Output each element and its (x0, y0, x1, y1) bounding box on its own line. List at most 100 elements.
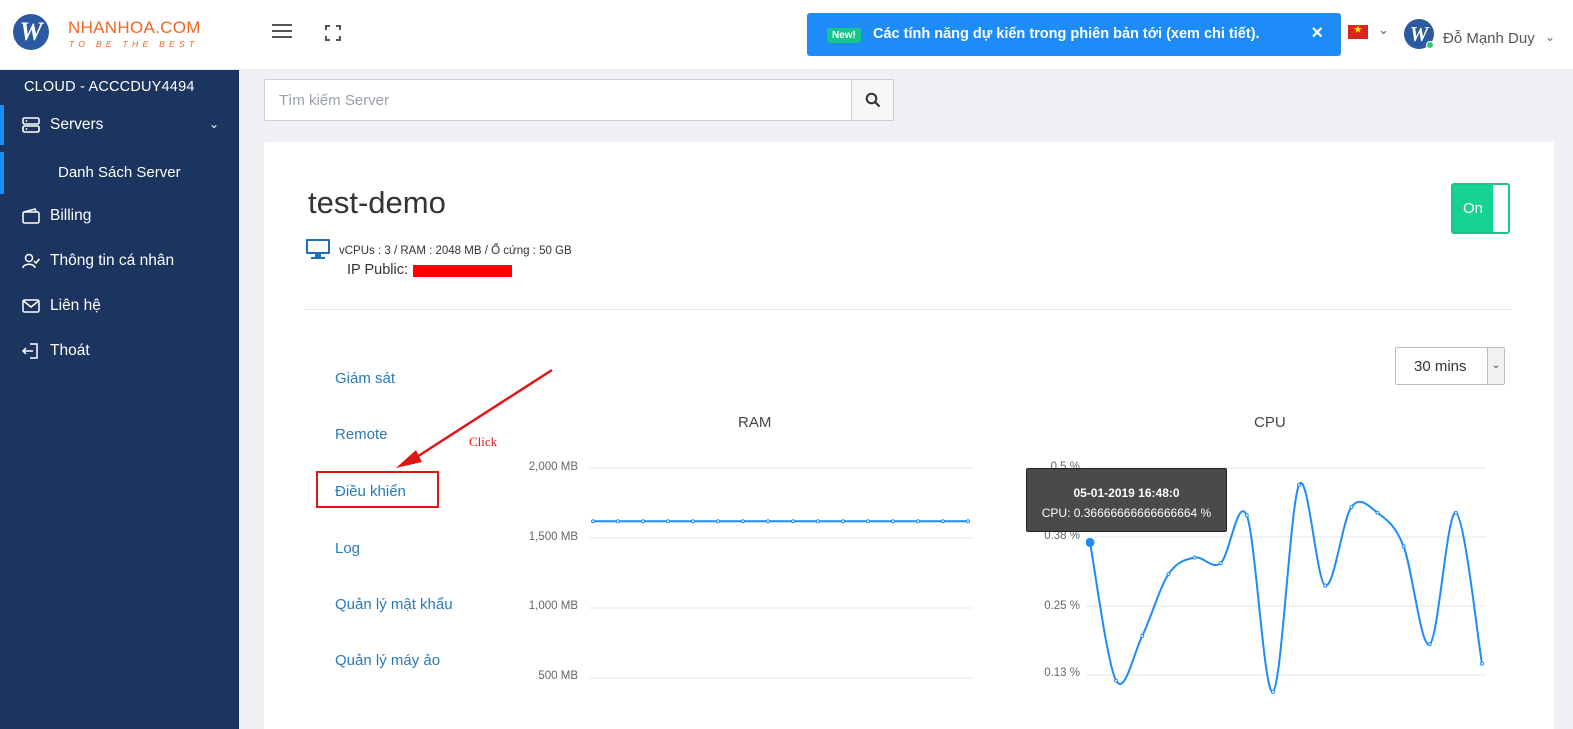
sidebar-item-billing[interactable]: Billing (0, 196, 239, 236)
time-range-value: 30 mins (1414, 358, 1467, 375)
redacted-ip (413, 265, 512, 277)
sidebar-item-label: Thoát (50, 342, 90, 359)
power-toggle[interactable]: On (1451, 183, 1510, 234)
ram-tick-label: 1,000 MB (528, 600, 578, 612)
sidebar-item-contact[interactable]: Liên hệ (0, 286, 239, 326)
chevron-down-icon[interactable]: ⌄ (1487, 348, 1504, 384)
power-toggle-label: On (1453, 185, 1493, 232)
ram-chart-title: RAM (738, 414, 772, 431)
ram-data-point (966, 519, 970, 524)
ram-data-point (791, 519, 795, 524)
tooltip-value: CPU: 0.36666666666666664 % (1041, 506, 1212, 520)
ip-public-label: IP Public: (347, 262, 408, 278)
sidebar-item-server-list[interactable]: Danh Sách Server (0, 152, 239, 194)
time-range-select[interactable]: 30 mins ⌄ (1395, 347, 1505, 385)
account-title: CLOUD - ACCCDUY4494 (24, 79, 195, 95)
tooltip-date: 05-01-2019 16:48:0 (1073, 486, 1180, 500)
cpu-data-point (1375, 510, 1380, 515)
ram-data-point (591, 519, 595, 524)
cpu-tick-label: 0.13 % (1044, 667, 1080, 679)
chevron-down-icon[interactable]: ⌄ (1545, 30, 1555, 44)
sidebar-item-profile[interactable]: Thông tin cá nhân (0, 241, 239, 281)
menu-password-management[interactable]: Quản lý mật khẩu (335, 596, 453, 613)
ram-chart (589, 467, 972, 679)
menu-remote[interactable]: Remote (335, 426, 388, 443)
cpu-data-point (1140, 633, 1145, 638)
server-name: test-demo (308, 185, 446, 220)
close-icon[interactable]: × (1311, 22, 1323, 45)
monitor-icon (306, 239, 330, 259)
menu-vm-management[interactable]: Quản lý máy ảo (335, 652, 440, 669)
ram-data-point (616, 519, 620, 524)
menu-log[interactable]: Log (335, 540, 360, 557)
cpu-tick-label: 0.25 % (1044, 600, 1080, 612)
ram-data-point (916, 519, 920, 524)
online-status-icon (1426, 41, 1434, 49)
ram-data-point (716, 519, 720, 524)
cpu-data-point (1453, 510, 1458, 515)
cpu-data-point (1166, 572, 1171, 577)
logo-icon[interactable]: W (13, 14, 49, 50)
user-check-icon (22, 253, 40, 269)
ram-data-point (741, 519, 745, 524)
brand-name[interactable]: NHANHOA.COM (68, 18, 201, 38)
cpu-chart-title: CPU (1254, 414, 1286, 431)
top-header: W NHANHOA.COM TO BE THE BEST New! Các tí… (0, 0, 1573, 70)
new-badge: New! (827, 28, 861, 43)
logout-icon (22, 343, 38, 359)
ram-data-point (766, 519, 770, 524)
fullscreen-icon[interactable] (325, 25, 341, 41)
chevron-down-icon[interactable]: ⌄ (1378, 22, 1389, 38)
ram-data-point (941, 519, 945, 524)
highlight-box (316, 471, 439, 508)
ram-tick-label: 500 MB (538, 670, 578, 682)
ram-data-point (666, 519, 670, 524)
cpu-data-point (1297, 482, 1302, 487)
ram-data-point (891, 519, 895, 524)
ram-tick-label: 2,000 MB (528, 461, 578, 473)
sidebar-item-label: Thông tin cá nhân (50, 252, 175, 269)
user-name[interactable]: Đỗ Mạnh Duy (1443, 30, 1535, 47)
cpu-data-point (1114, 678, 1119, 683)
sidebar-item-servers[interactable]: Servers ⌄ (0, 105, 239, 145)
cpu-data-point (1401, 544, 1406, 549)
cpu-data-point (1427, 642, 1432, 647)
server-icon (22, 117, 40, 133)
cpu-tooltip: 05-01-2019 16:48:0 CPU: 0.36666666666666… (1026, 468, 1227, 532)
cpu-data-point (1323, 583, 1328, 588)
cpu-data-point (1218, 561, 1223, 566)
search-icon (865, 92, 881, 108)
sidebar-item-label: Billing (50, 207, 92, 224)
cpu-data-point (1349, 505, 1354, 510)
server-detail-card: test-demo On vCPUs : 3 / RAM : 2048 MB /… (264, 142, 1554, 729)
search-button[interactable] (851, 79, 894, 121)
cpu-data-point (1086, 537, 1095, 547)
divider (305, 309, 1511, 310)
vietnam-flag-icon[interactable] (1348, 23, 1368, 39)
server-specs: vCPUs : 3 / RAM : 2048 MB / Ổ cứng : 50 … (339, 245, 572, 257)
cpu-data-point (1480, 661, 1484, 666)
wallet-icon (22, 208, 40, 224)
server-search-input[interactable] (264, 79, 852, 121)
cpu-data-point (1244, 513, 1249, 518)
sidebar-item-label: Liên hệ (50, 297, 101, 314)
brand-tagline: TO BE THE BEST (69, 39, 199, 49)
ram-tick-label: 1,500 MB (528, 531, 578, 543)
ram-data-point (866, 519, 870, 524)
ram-data-point (841, 519, 845, 524)
chevron-down-icon: ⌄ (208, 117, 219, 131)
mail-icon (22, 299, 40, 313)
menu-toggle-icon[interactable] (272, 24, 292, 42)
sidebar-item-logout[interactable]: Thoát (0, 331, 239, 371)
sidebar: CLOUD - ACCCDUY4494 Servers ⌄ Danh Sách … (0, 70, 239, 729)
sidebar-item-label: Danh Sách Server (58, 164, 181, 181)
page-scrollbar[interactable] (1563, 70, 1573, 729)
release-notice[interactable]: New! Các tính năng dự kiến trong phiên b… (807, 13, 1341, 56)
cpu-data-point (1192, 555, 1197, 560)
ram-data-point (691, 519, 695, 524)
cpu-data-point (1270, 689, 1275, 694)
ram-data-point (816, 519, 820, 524)
sidebar-item-label: Servers (50, 116, 104, 133)
notice-text[interactable]: Các tính năng dự kiến trong phiên bản tớ… (873, 26, 1260, 42)
ram-data-point (641, 519, 645, 524)
